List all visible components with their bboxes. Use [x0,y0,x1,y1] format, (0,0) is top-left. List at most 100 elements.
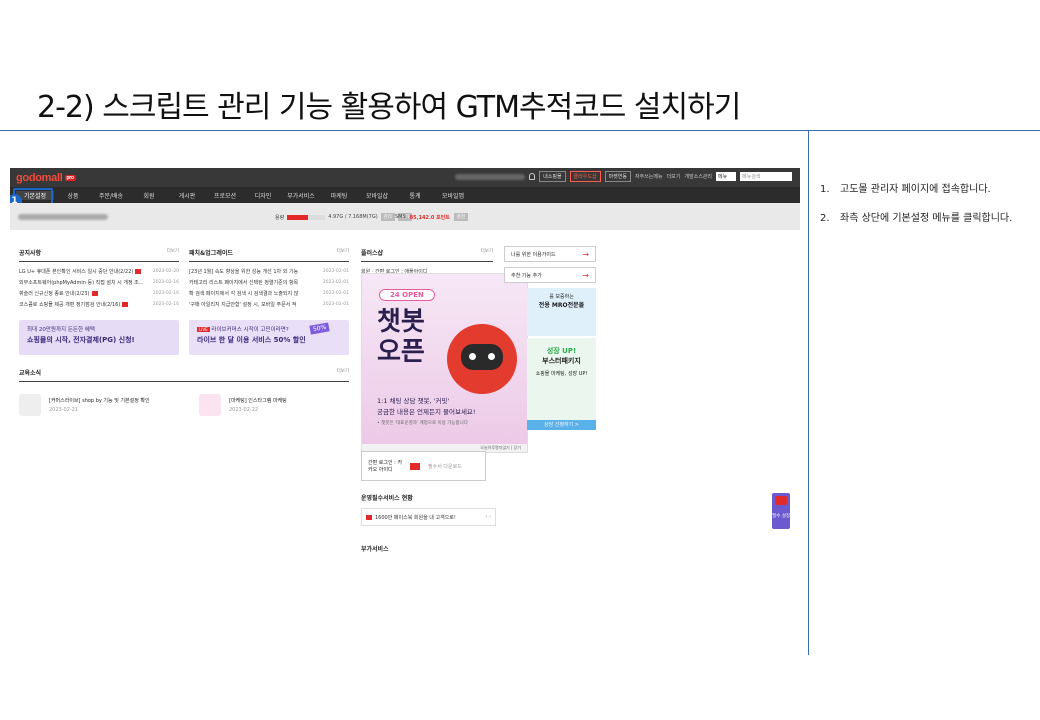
sms-charge-button[interactable]: 충전 [453,213,469,221]
update-section: 패치&업그레이드 더보기 [23년 1월] 속도 향상을 위한 성능 개선 1차 … [189,248,349,310]
cloud-shop-button[interactable]: 클라우드샵 [569,171,601,182]
edu-item[interactable]: [커머스라이브] shop by 기능 및 기본설정 확인 2023-02-21 [19,394,169,416]
edu-more-link[interactable]: 더보기 [337,368,349,377]
menu-order[interactable]: 주문/배송 [92,191,130,200]
menu-marketing[interactable]: 마케팅 [320,191,358,200]
pg-banner[interactable]: 최대 20만원까지 든든한 혜택 쇼핑몰의 시작, 전자결제(PG) 신청! [19,320,179,355]
live-banner-percent: 50% [309,322,330,335]
pager-icon[interactable]: ‹ › [485,514,491,520]
capacity-bar [287,214,326,220]
notice-row-text: LG U+ 휴대폰 본인확인 서비스 일시 중단 안내(2/22) [19,269,134,275]
arrow-right-icon: → [582,270,589,280]
capacity-value: 4.97G / 7.168M(7G) [328,214,378,220]
notice-row-text: 외부소프트웨어(phpMyAdmin 등) 직접 설치 시 개정 조... [19,280,144,286]
sms-points: 85,142.0 포인트 [409,214,450,221]
menu-board[interactable]: 게시판 [168,191,206,200]
simple-login-download[interactable]: 필수서 다운로드 [428,463,462,470]
simple-login-label-2: 카오 아이디 [368,467,393,473]
ops-title: 운영필수서비스 현황 [361,495,413,502]
update-row[interactable]: 확 검색 페이지에서 각 검색 시 검색결과 노출되지 않 2023-02-01 [189,288,349,299]
ops-row[interactable]: 1600만 페이스북 회원을 내 고객으로! ‹ › [361,508,496,526]
update-row-date: 2023-02-01 [322,302,349,307]
update-row-text: 확 검색 페이지에서 각 검색 시 검색결과 노출되지 않 [189,291,299,297]
step-2-number: 2. [820,213,830,224]
instruction-steps: 1. 고도몰 관리자 페이지에 접속합니다. 2. 좌측 상단에 기본설정 메뉴를 … [820,180,1012,238]
dev-source-link[interactable]: 개발소스관리 [684,173,712,180]
add-feature-button-label: 추천 기능 추가 [511,272,542,279]
capacity-fill [287,214,309,220]
mro-ad-line-2: 전용 MRO전문몰 [538,302,585,309]
update-row-date: 2023-02-01 [322,269,349,274]
more-link[interactable]: 더보기 [667,173,681,180]
quick-settings-button[interactable]: 필수 설정 [772,493,790,529]
market-link-button[interactable]: 마켓연동 [604,171,631,182]
booster-apply-button[interactable]: 상담 신청하기 > [527,420,596,430]
new-badge-icon [135,269,142,274]
edu-section: 교육소식 더보기 [커머스라이브] shop by 기능 및 기본설정 확인 202… [19,368,349,416]
divider-horizontal [0,130,1040,131]
guide-button[interactable]: 나를 위한 이용가이드 → [504,246,596,262]
menu-design[interactable]: 디자인 [244,191,282,200]
main-menu: 기본설정 상품 주문/배송 회원 게시판 프로모션 디자인 부가서비스 마케팅 … [10,187,800,203]
live-tag: LIVE [197,327,210,332]
notice-row[interactable]: 휘슬러 신규신청 종료 안내(2/23) 2023-02-16 [19,288,179,299]
booster-ad-line-2: 부스터패키지 [542,357,581,365]
update-row[interactable]: '구매 아일리지 지급안함' 설정 시, 모바일 주문서 적 2023-02-01 [189,299,349,310]
slide-title: 2-2) 스크립트 관리 기능 활용하여 GTM추적코드 설치하기 [37,90,741,125]
my-shop-button[interactable]: 내소핑몰 [539,171,566,182]
popup-hide-today[interactable]: 오늘하루열지않기 [480,445,509,450]
menu-addon[interactable]: 부가서비스 [282,191,320,200]
menu-mobile[interactable]: 모바일샵 [358,191,396,200]
menu-product[interactable]: 상품 [54,191,92,200]
update-more-link[interactable]: 더보기 [337,248,349,257]
live-banner[interactable]: LIVE 라이브커머스 시작이 고민이라면? 라이브 한 달 이용 서비스 50… [189,320,349,355]
ops-row-text: 1600만 페이스북 회원을 내 고객으로! [375,514,456,521]
edu-item[interactable]: [마케팅] 인스타그램 마케팅 2023-02-22 [199,394,349,416]
booster-ad-line-3: 쇼핑몰 마케팅, 성장 UP! [535,371,588,377]
notice-row-text: 휘슬러 신규신청 종료 안내(2/23) [19,291,90,297]
ops-section: 운영필수서비스 현황 1600만 페이스북 회원을 내 고객으로! ‹ › [361,493,496,526]
live-banner-small: 라이브커머스 시작이 고민이라면? [211,327,289,333]
extra-services-title: 부가서비스 [361,546,389,553]
step-1: 1. 고도몰 관리자 페이지에 접속합니다. [820,180,1012,195]
step-2: 2. 좌측 상단에 기본설정 메뉴를 클릭합니다. [820,209,1012,224]
sms-info: SMS 85,142.0 포인트 충전 [395,213,469,221]
booster-ad[interactable]: 성장 UP! 부스터패키지 쇼핑몰 마케팅, 성장 UP! 상담 신청하기 > [527,338,596,430]
update-row-date: 2023-02-01 [322,291,349,296]
minus-icon[interactable] [410,462,420,470]
update-row-date: 2023-02-01 [322,280,349,285]
new-badge-icon [122,302,129,307]
popup-close-button[interactable]: 닫기 [514,445,521,450]
notice-row[interactable]: 코스콤로 쇼핑몰 제공 개편 정기점검 안내(2/16) 2023-02-16 [19,299,179,310]
update-row-text: '구매 아일리지 지급안함' 설정 시, 모바일 주문서 적 [189,302,297,308]
topbar-right: 내소핑몰 클라우드샵 마켓연동 자주쓰는메뉴 더보기 개발소스관리 메뉴 메뉴검… [455,171,792,182]
notice-title: 공지사항 [19,250,42,257]
update-row[interactable]: [23년 1월] 속도 향상을 위한 성능 개선 1차 외 기능 2023-02-… [189,266,349,277]
menu-promotion[interactable]: 프로모션 [206,191,244,200]
menu-mobile-app[interactable]: 모바일앱 [434,191,472,200]
notice-row[interactable]: LG U+ 휴대폰 본인확인 서비스 일시 중단 안내(2/22) 2023-02… [19,266,179,277]
menu-search-input[interactable]: 메뉴검색 [740,172,792,181]
live-banner-big: 라이브 한 달 이용 서비스 50% 할인 [197,336,306,344]
edu-item-date: 2023-02-22 [229,407,259,413]
add-feature-button[interactable]: 추천 기능 추가 → [504,267,596,283]
edu-thumb-image [19,394,41,416]
notice-row[interactable]: 외부소프트웨어(phpMyAdmin 등) 직접 설치 시 개정 조... 202… [19,277,179,288]
mro-ad[interactable]: 를 보증하는 전용 MRO전문몰 [527,288,596,336]
step-1-number: 1. [820,184,830,195]
bell-icon[interactable] [529,173,536,180]
chatbot-popup[interactable]: 24 OPEN 챗봇 오픈 1:1 채팅 상담 챗봇, '커밋' 궁금한 내용은 … [361,273,528,453]
update-row[interactable]: 카테고리 리스트 페이지에서 신택된 정렬기준의 항목 2023-02-01 [189,277,349,288]
popup-title: 챗봇 오픈 [377,307,425,367]
new-badge-icon [91,291,98,296]
favorite-menu-link[interactable]: 자주쓰는메뉴 [635,173,663,180]
menu-stats[interactable]: 통계 [396,191,434,200]
plus-shop-more-link[interactable]: 더보기 [481,248,493,257]
notice-more-link[interactable]: 더보기 [167,248,179,257]
menu-member[interactable]: 회원 [130,191,168,200]
notice-row-date: 2023-02-20 [152,269,179,274]
pg-banner-big: 쇼핑몰의 시작, 전자결제(PG) 신청! [27,336,135,344]
menu-select[interactable]: 메뉴 [716,172,736,181]
capacity-manage-button[interactable]: 관리 [380,213,395,221]
logo[interactable]: godomall pro [16,172,76,184]
